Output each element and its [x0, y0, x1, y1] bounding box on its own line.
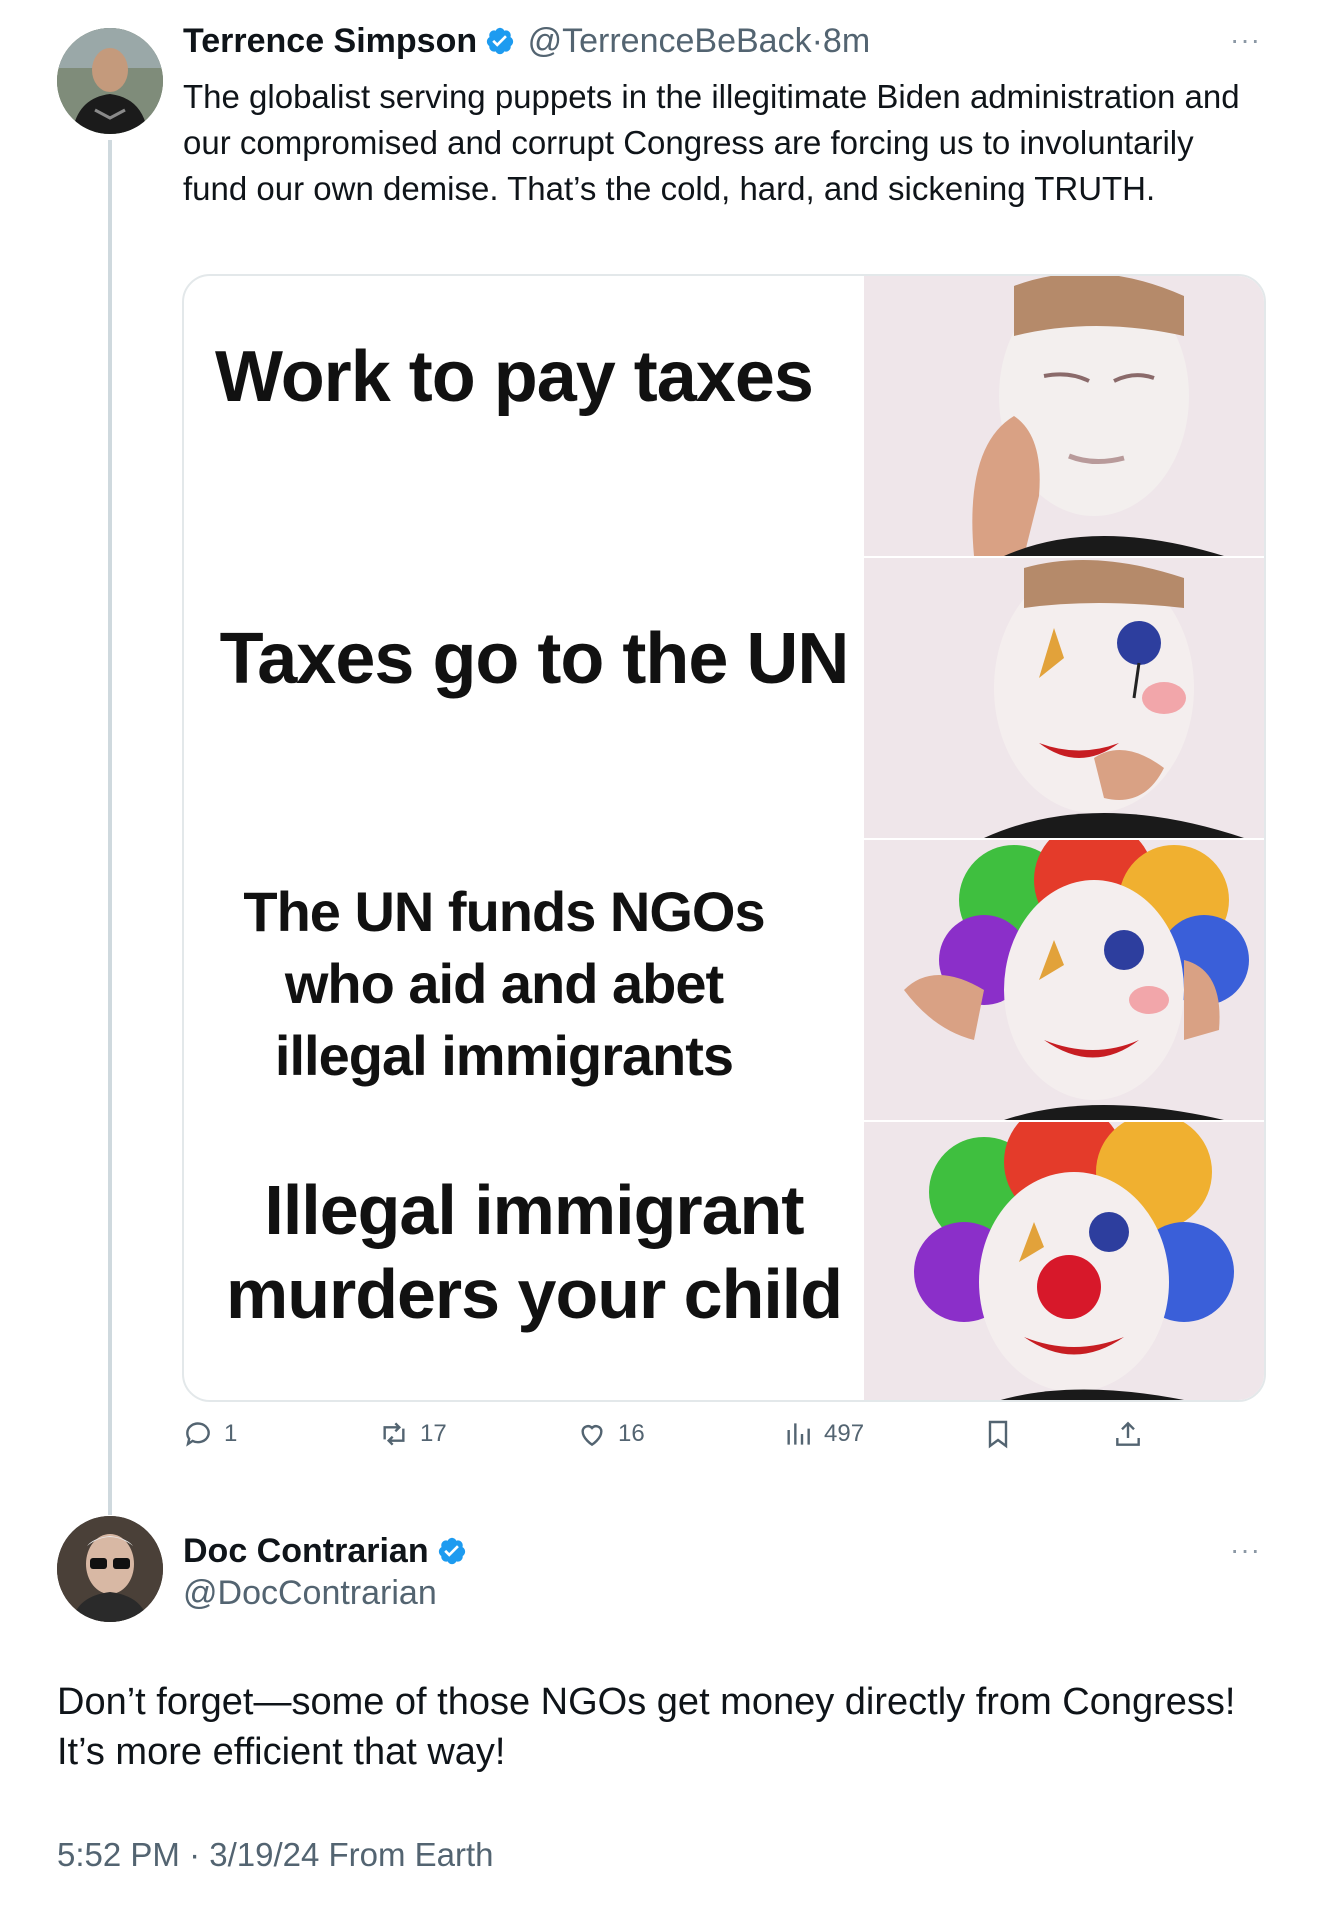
avatar-image [57, 1516, 163, 1622]
meme-image[interactable]: Work to pay taxes Taxes go to the UN The… [182, 274, 1266, 1402]
more-options-icon[interactable]: ··· [1230, 1534, 1261, 1566]
views-button[interactable]: 497 [782, 1418, 864, 1450]
share-button[interactable] [1112, 1418, 1144, 1450]
repost-button[interactable]: 17 [378, 1418, 447, 1450]
tweet-text: Don’t forget—some of those NGOs get mone… [57, 1681, 1236, 1773]
bookmark-icon [988, 1420, 1008, 1449]
tweet-header: Doc Contrarian [183, 1532, 467, 1571]
share-icon [1116, 1421, 1140, 1446]
author-name[interactable]: Terrence Simpson [183, 22, 477, 60]
verified-badge-icon [485, 26, 515, 56]
meme-caption-3-line-1: The UN funds NGOs [243, 880, 765, 943]
meme-panel-4: Illegal immigrant murders your child [184, 1122, 1264, 1400]
meme-caption-1: Work to pay taxes [215, 337, 814, 417]
like-button[interactable]: 16 [576, 1418, 645, 1450]
bookmark-button[interactable] [982, 1418, 1014, 1450]
author-handle[interactable]: @TerrenceBeBack [528, 22, 812, 60]
like-count: 16 [618, 1420, 645, 1447]
meme-panel-3: The UN funds NGOs who aid and abet illeg… [184, 840, 1264, 1122]
meme-panel-1: Work to pay taxes [184, 276, 1264, 558]
meme-caption-3-line-2: who aid and abet [284, 952, 724, 1015]
tweet-action-bar: 1 17 16 497 [182, 1418, 1182, 1468]
reply-icon [186, 1422, 210, 1447]
meme-caption-4-line-1: Illegal immigrant [264, 1171, 804, 1249]
meme-caption-3: The UN funds NGOs who aid and abet illeg… [184, 876, 824, 1092]
meme-caption-2: Taxes go to the UN [219, 619, 850, 699]
avatar[interactable] [57, 28, 163, 134]
tweet-text: The globalist serving puppets in the ill… [183, 78, 1240, 207]
meme-caption-4: Illegal immigrant murders your child [184, 1168, 884, 1336]
more-options-icon[interactable]: ··· [1230, 24, 1261, 56]
face-makeup-stage-3-image [864, 840, 1264, 1120]
heart-icon [581, 1425, 603, 1447]
author-handle[interactable]: @DocContrarian [183, 1574, 437, 1613]
meme-panel-2: Taxes go to the UN [184, 558, 1264, 840]
verified-badge-icon [437, 1536, 467, 1566]
separator-dot: · [811, 22, 823, 60]
face-makeup-stage-4-image [864, 1122, 1264, 1400]
reply-count: 1 [224, 1420, 238, 1447]
avatar[interactable] [57, 1516, 163, 1622]
face-makeup-stage-2-image [864, 558, 1264, 838]
tweet-timestamp[interactable]: 5:52 PM · 3/19/24 From Earth [57, 1836, 494, 1874]
meme-caption-4-line-2: murders your child [225, 1255, 843, 1333]
views-count: 497 [824, 1420, 865, 1447]
meme-caption-3-line-3: illegal immigrants [274, 1024, 734, 1087]
tweet-time[interactable]: 8m [823, 22, 870, 60]
reply-button[interactable]: 1 [182, 1418, 237, 1450]
avatar-image [57, 28, 163, 134]
author-name[interactable]: Doc Contrarian [183, 1532, 429, 1570]
views-chart-icon [787, 1423, 810, 1445]
repost-icon [383, 1422, 405, 1446]
thread-connector-line [108, 140, 112, 1515]
tweet-header: Terrence Simpson @TerrenceBeBack·8m [183, 22, 870, 68]
repost-count: 17 [420, 1420, 447, 1447]
face-makeup-stage-1-image [864, 276, 1264, 556]
